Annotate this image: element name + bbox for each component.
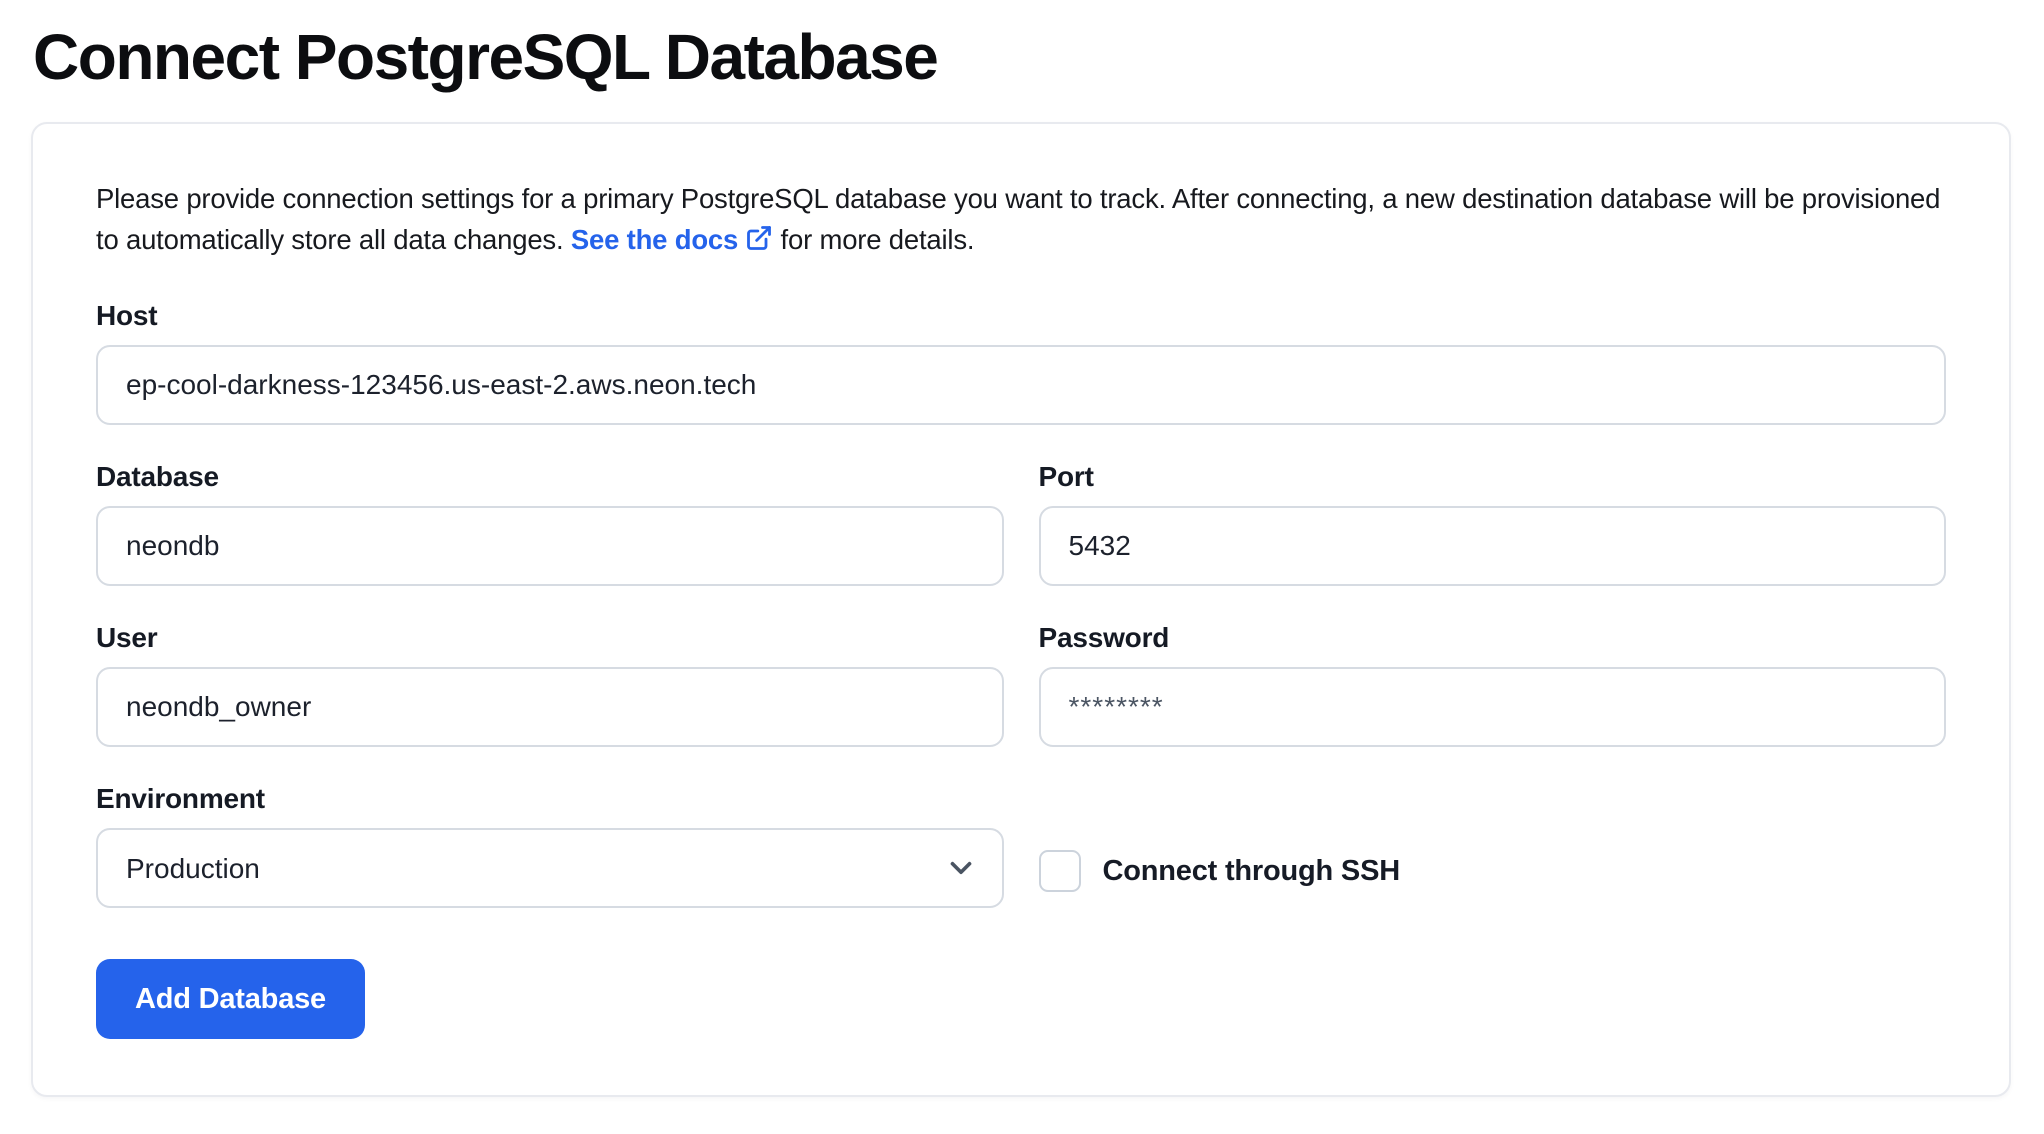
description-text-before: Please provide connection settings for a… [96, 183, 1940, 255]
ssh-label[interactable]: Connect through SSH [1103, 855, 1400, 888]
environment-select[interactable]: Production [96, 828, 1004, 908]
ssh-spacer [1039, 783, 1947, 831]
user-field: User [96, 622, 1004, 747]
host-input[interactable] [96, 345, 1946, 425]
user-input[interactable] [96, 667, 1004, 747]
ssh-checkbox[interactable] [1039, 850, 1081, 892]
see-the-docs-link[interactable]: See the docs [571, 224, 773, 255]
external-link-icon [745, 224, 773, 252]
host-label: Host [96, 300, 1946, 332]
see-the-docs-label: See the docs [571, 224, 738, 255]
ssh-field: Connect through SSH [1039, 783, 1947, 911]
password-field: Password [1039, 622, 1947, 747]
page: Connect PostgreSQL Database Please provi… [0, 0, 2044, 1097]
connection-form: Host Database Port User Password Environ [96, 300, 1946, 911]
port-field: Port [1039, 461, 1947, 586]
database-field: Database [96, 461, 1004, 586]
environment-select-wrap: Production [96, 828, 1004, 908]
description-text-after: for more details. [773, 224, 974, 255]
database-input[interactable] [96, 506, 1004, 586]
port-label: Port [1039, 461, 1947, 493]
add-database-button[interactable]: Add Database [96, 959, 365, 1039]
page-title: Connect PostgreSQL Database [33, 20, 2013, 94]
connection-form-card: Please provide connection settings for a… [31, 122, 2011, 1097]
description: Please provide connection settings for a… [96, 178, 1946, 260]
port-input[interactable] [1039, 506, 1947, 586]
environment-field: Environment Production [96, 783, 1004, 911]
database-label: Database [96, 461, 1004, 493]
host-field: Host [96, 300, 1946, 425]
password-input[interactable] [1039, 667, 1947, 747]
user-label: User [96, 622, 1004, 654]
environment-label: Environment [96, 783, 1004, 815]
ssh-row: Connect through SSH [1039, 831, 1947, 911]
password-label: Password [1039, 622, 1947, 654]
